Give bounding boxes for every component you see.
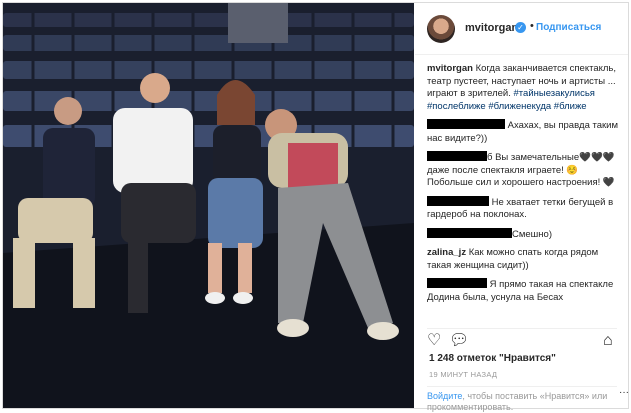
post-sidebar: mvitorgan ✓ • Подписаться mvitorgan Когд… — [415, 3, 629, 412]
login-link[interactable]: Войдите — [427, 391, 462, 401]
comment-item: Смешно) — [427, 227, 625, 242]
redacted-username — [427, 227, 512, 238]
comment-item: б Вы замечательные🖤🖤🖤 даже после спектак… — [427, 151, 625, 190]
follow-button[interactable]: Подписаться — [536, 22, 601, 33]
bookmark-icon[interactable]: ⌂ — [603, 333, 613, 349]
post-photo[interactable] — [3, 3, 414, 408]
redacted-username — [427, 151, 487, 161]
separator-dot: • — [530, 20, 534, 32]
post-timestamp: 19 МИНУТ НАЗАД — [429, 370, 498, 379]
likes-count[interactable]: 1 248 отметок "Нравится" — [429, 353, 556, 364]
comment-text: Смешно) — [512, 228, 552, 240]
redacted-username — [427, 195, 489, 206]
heart-icon[interactable]: ♡ — [427, 333, 441, 349]
comment-icon[interactable]: 💬︎ — [449, 333, 469, 349]
comment-item: Ахахах, вы правда таким нас видите?)) — [427, 119, 625, 145]
redacted-username — [427, 278, 487, 288]
action-bar: ♡ 💬︎ ⌂ — [427, 328, 617, 350]
post-header: mvitorgan ✓ • Подписаться — [415, 3, 628, 55]
verified-badge-icon: ✓ — [515, 22, 526, 33]
comment-item: Не хватает тетки бегущей в гардероб на п… — [427, 195, 625, 222]
comment-username[interactable]: zalina_jz — [427, 247, 466, 258]
login-prompt: Войдите, чтобы поставить «Нравится» или … — [427, 386, 617, 413]
caption: mvitorgan Когда заканчивается спектакль,… — [427, 63, 625, 113]
username[interactable]: mvitorgan — [465, 22, 518, 34]
more-options-icon[interactable]: ··· — [619, 387, 629, 398]
comments-list: mvitorgan Когда заканчивается спектакль,… — [427, 63, 625, 341]
redacted-username — [427, 119, 505, 129]
comment-item: zalina_jz Как можно спать когда рядом та… — [427, 247, 625, 272]
caption-username[interactable]: mvitorgan — [427, 63, 473, 74]
instagram-post: mvitorgan ✓ • Подписаться mvitorgan Когд… — [2, 2, 629, 412]
comment-item: Я прямо такая на спектакле Додина была, … — [427, 278, 625, 304]
avatar[interactable] — [427, 15, 455, 43]
photo-illustration — [3, 3, 414, 408]
